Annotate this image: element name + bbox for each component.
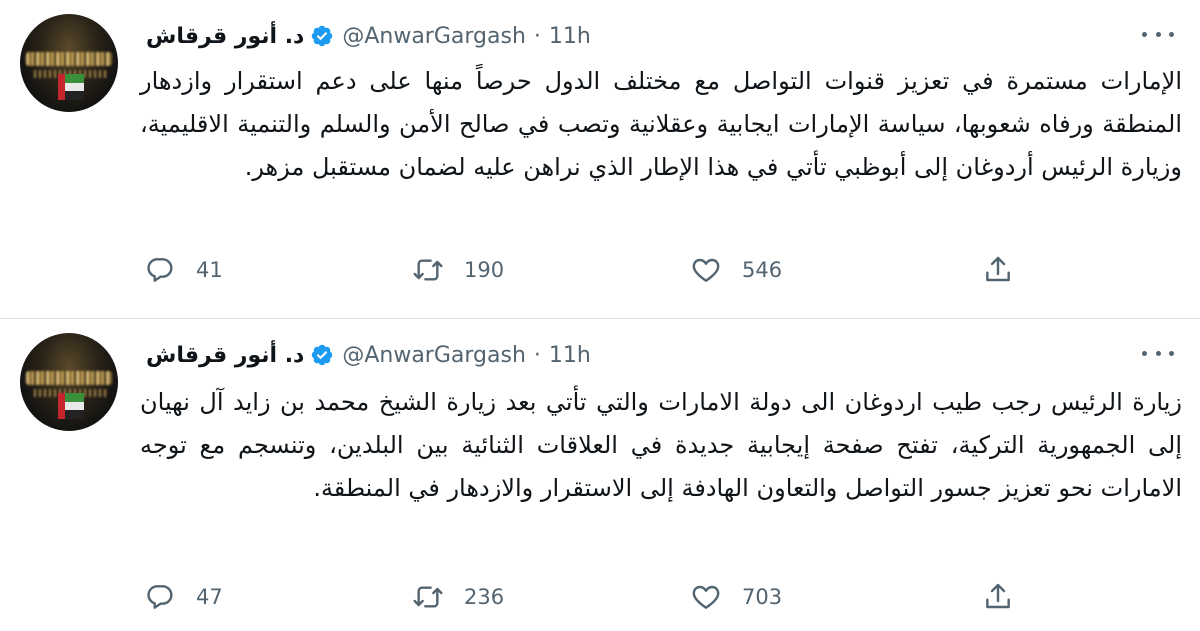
separator-dot: · xyxy=(533,342,541,368)
verified-badge-icon xyxy=(312,25,333,47)
share-button[interactable] xyxy=(982,250,1014,290)
tweet-actions: 47 236 703 xyxy=(140,577,1020,617)
uae-flag-icon xyxy=(58,393,84,419)
separator-dot: · xyxy=(533,23,541,49)
avatar-lights xyxy=(26,52,112,66)
uae-flag-icon xyxy=(58,74,84,100)
reply-icon xyxy=(147,585,173,609)
tweet[interactable]: د. أنور قرقاش @AnwarGargash · 11h زيارة … xyxy=(0,318,1200,631)
tweet[interactable]: د. أنور قرقاش @AnwarGargash · 11h الإمار… xyxy=(0,0,1200,318)
retweet-button[interactable]: 190 xyxy=(412,250,504,290)
verified-badge-icon xyxy=(312,344,333,366)
like-count: 546 xyxy=(742,258,783,282)
retweet-count: 190 xyxy=(464,258,505,282)
share-icon xyxy=(986,583,1010,609)
like-button[interactable]: 703 xyxy=(690,577,782,617)
heart-icon xyxy=(692,585,720,609)
retweet-count: 236 xyxy=(464,585,505,609)
reply-count: 47 xyxy=(196,585,223,609)
avatar-lights xyxy=(26,371,112,385)
reply-button[interactable]: 47 xyxy=(144,577,223,617)
retweet-icon xyxy=(413,259,443,281)
reply-count: 41 xyxy=(196,258,223,282)
author-name[interactable]: د. أنور قرقاش xyxy=(146,24,304,49)
more-horizontal-icon[interactable] xyxy=(1142,343,1174,363)
tweet-text: الإمارات مستمرة في تعزيز قنوات التواصل م… xyxy=(140,67,1182,181)
avatar[interactable] xyxy=(20,14,118,112)
author-handle[interactable]: @AnwarGargash xyxy=(342,343,526,368)
author-name[interactable]: د. أنور قرقاش xyxy=(146,343,304,368)
tweet-text: زيارة الرئيس رجب طيب اردوغان الى دولة ال… xyxy=(140,388,1182,502)
tweet-header: د. أنور قرقاش @AnwarGargash · 11h xyxy=(146,18,591,54)
reply-icon xyxy=(147,258,173,282)
author-handle[interactable]: @AnwarGargash xyxy=(342,24,526,49)
retweet-button[interactable]: 236 xyxy=(412,577,504,617)
tweet-actions: 41 190 546 xyxy=(140,250,1020,290)
timestamp[interactable]: 11h xyxy=(549,24,591,49)
tweet-header: د. أنور قرقاش @AnwarGargash · 11h xyxy=(146,337,591,373)
share-icon xyxy=(986,256,1010,282)
avatar[interactable] xyxy=(20,333,118,431)
reply-button[interactable]: 41 xyxy=(144,250,223,290)
like-count: 703 xyxy=(742,585,783,609)
heart-icon xyxy=(692,258,720,282)
more-horizontal-icon[interactable] xyxy=(1142,24,1174,44)
share-button[interactable] xyxy=(982,577,1014,617)
like-button[interactable]: 546 xyxy=(690,250,782,290)
retweet-icon xyxy=(413,586,443,608)
timestamp[interactable]: 11h xyxy=(549,343,591,368)
